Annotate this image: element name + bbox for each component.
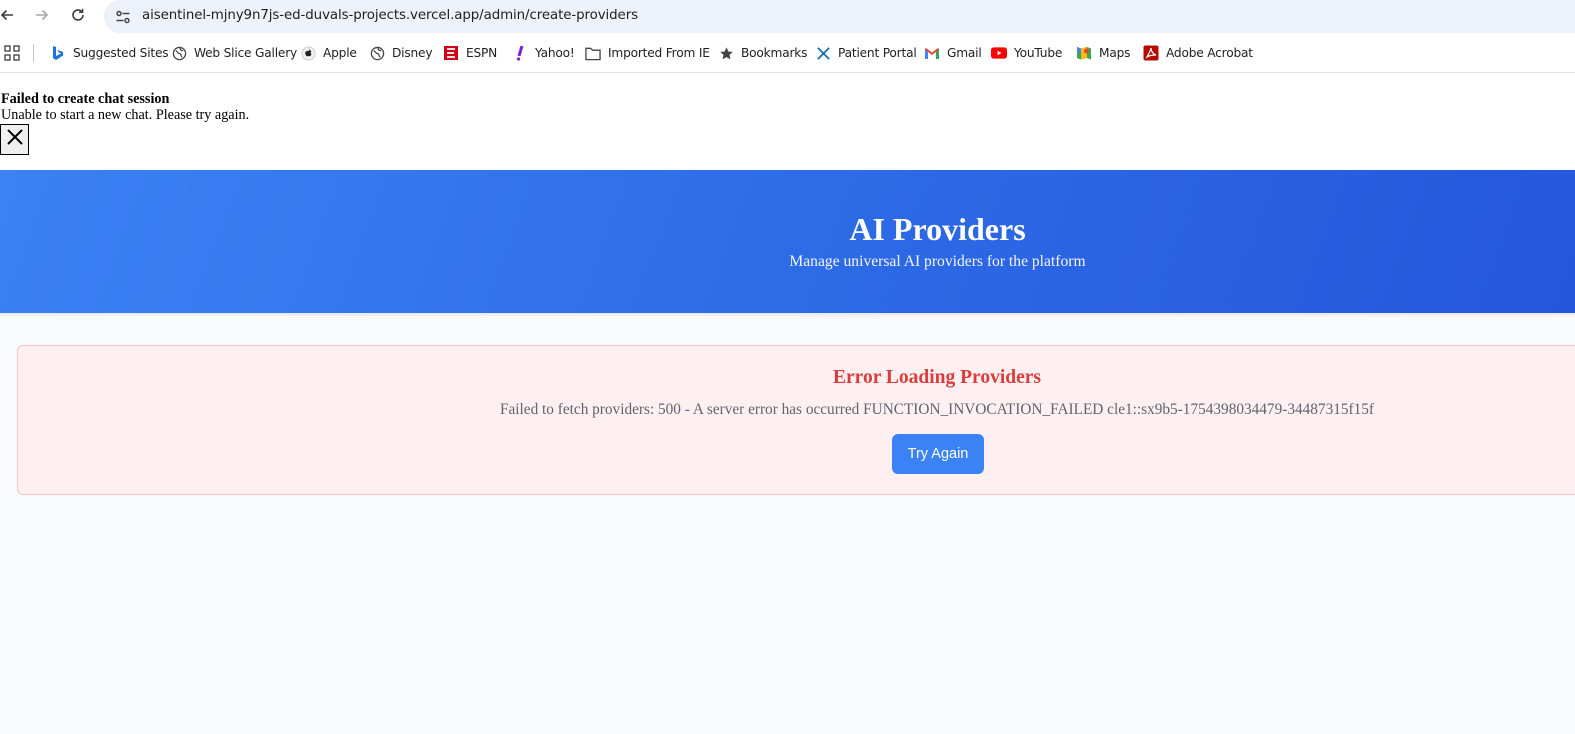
espn-icon xyxy=(443,45,459,61)
bookmark-maps[interactable]: Maps xyxy=(1076,42,1130,64)
bookmark-gmail[interactable]: Gmail xyxy=(924,42,982,64)
bookmark-bookmarks[interactable]: Bookmarks xyxy=(718,42,807,64)
page-header-banner: AI Providers Manage universal AI provide… xyxy=(0,170,1575,313)
bookmark-youtube[interactable]: YouTube xyxy=(991,42,1062,64)
folder-icon xyxy=(585,45,601,61)
bookmarks-bar: Suggested Sites Web Slice Gallery Apple … xyxy=(0,33,1575,73)
globe-icon xyxy=(171,45,187,61)
acrobat-icon xyxy=(1143,45,1159,61)
globe-icon xyxy=(369,45,385,61)
bookmarks-divider xyxy=(33,44,34,62)
page-content: Failed to create chat session Unable to … xyxy=(0,74,1575,734)
bookmark-espn[interactable]: ESPN xyxy=(443,42,497,64)
apps-grid-icon[interactable] xyxy=(4,45,20,61)
bookmark-apple[interactable]: Apple xyxy=(300,42,357,64)
bookmark-imported-from-ie[interactable]: Imported From IE xyxy=(585,42,710,64)
bing-icon xyxy=(50,45,66,61)
star-icon xyxy=(718,45,734,61)
reload-icon xyxy=(70,7,86,28)
back-button[interactable] xyxy=(0,4,20,30)
toast-message: Unable to start a new chat. Please try a… xyxy=(1,107,250,123)
yahoo-icon xyxy=(512,45,528,61)
error-title: Error Loading Providers xyxy=(832,367,1041,388)
url-box[interactable]: aisentinel-mjny9n7js-ed-duvals-projects.… xyxy=(104,0,1575,33)
error-toast: Failed to create chat session Unable to … xyxy=(1,91,249,123)
reload-button[interactable] xyxy=(65,4,91,30)
close-icon xyxy=(6,128,24,151)
bookmark-web-slice-gallery[interactable]: Web Slice Gallery xyxy=(171,42,297,64)
youtube-icon xyxy=(991,45,1007,61)
bookmark-patient-portal[interactable]: Patient Portal xyxy=(815,42,917,64)
address-bar-row: aisentinel-mjny9n7js-ed-duvals-projects.… xyxy=(0,0,1575,33)
forward-button[interactable] xyxy=(29,4,55,30)
toast-close-button[interactable] xyxy=(0,124,29,155)
page-title: AI Providers xyxy=(849,211,1026,247)
apple-icon xyxy=(300,45,316,61)
try-again-button[interactable]: Try Again xyxy=(892,434,984,474)
maps-icon xyxy=(1076,45,1092,61)
toast-title: Failed to create chat session xyxy=(1,91,170,107)
site-info-icon[interactable] xyxy=(114,8,132,26)
main-content: Error Loading Providers Failed to fetch … xyxy=(0,317,1575,734)
portal-icon xyxy=(815,45,831,61)
error-message: Failed to fetch providers: 500 - A serve… xyxy=(499,401,1374,418)
error-card: Error Loading Providers Failed to fetch … xyxy=(17,345,1575,495)
bookmark-suggested-sites[interactable]: Suggested Sites xyxy=(50,42,169,64)
bookmark-adobe-acrobat[interactable]: Adobe Acrobat xyxy=(1143,42,1253,64)
forward-arrow-icon xyxy=(34,7,50,28)
gmail-icon xyxy=(924,45,940,61)
bookmark-yahoo[interactable]: Yahoo! xyxy=(512,42,575,64)
url-text[interactable]: aisentinel-mjny9n7js-ed-duvals-projects.… xyxy=(142,8,638,23)
bookmark-disney[interactable]: Disney xyxy=(369,42,433,64)
page-subtitle: Manage universal AI providers for the pl… xyxy=(789,253,1086,270)
back-arrow-icon xyxy=(0,7,15,28)
